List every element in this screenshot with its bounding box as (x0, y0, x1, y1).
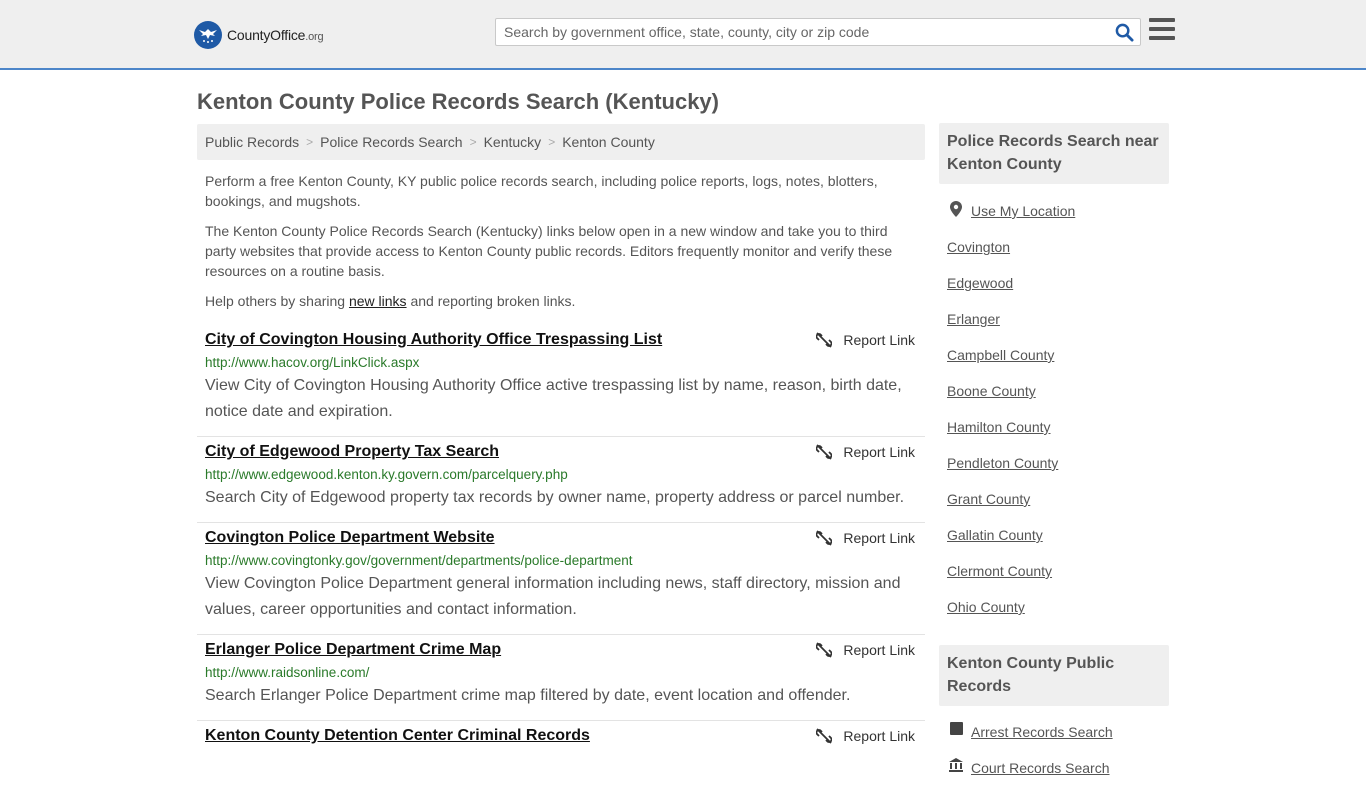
list-item: City of Covington Housing Authority Offi… (197, 325, 925, 437)
sidebar-item: Covington (947, 237, 1075, 273)
sidebar-link-edgewood[interactable]: Edgewood (947, 273, 1013, 293)
site-header: CountyOffice.org (0, 0, 1366, 70)
entry-title-link[interactable]: Kenton County Detention Center Criminal … (205, 726, 590, 746)
sidebar-public-records-heading: Kenton County Public Records (939, 645, 1169, 706)
sidebar-link-hamilton-county[interactable]: Hamilton County (947, 417, 1051, 437)
sidebar-item: Boone County (947, 381, 1075, 417)
entry-title-link[interactable]: City of Edgewood Property Tax Search (205, 442, 499, 462)
use-my-location-link[interactable]: Use My Location (971, 201, 1075, 221)
broken-link-icon (816, 332, 833, 348)
report-link-button[interactable]: Report Link (816, 642, 915, 658)
list-item: City of Edgewood Property Tax Search Rep… (197, 437, 925, 523)
list-item: Kenton County Detention Center Criminal … (197, 721, 925, 757)
sidebar-item: Pendleton County (947, 453, 1075, 489)
courthouse-icon (947, 758, 965, 772)
entry-url: http://www.hacov.org/LinkClick.aspx (205, 355, 420, 370)
new-links-link[interactable]: new links (349, 293, 407, 309)
intro-paragraph-2: The Kenton County Police Records Search … (205, 223, 893, 279)
entry-title-link[interactable]: City of Covington Housing Authority Offi… (205, 330, 662, 350)
breadcrumb-police-records-search[interactable]: Police Records Search (320, 134, 462, 150)
map-marker-icon (947, 201, 965, 217)
search-bar (495, 18, 1141, 46)
report-link-button[interactable]: Report Link (816, 530, 915, 546)
sidebar-item: Ohio County (947, 597, 1075, 633)
sidebar-link-court-records[interactable]: Court Records Search (971, 758, 1110, 778)
intro-text: Perform a free Kenton County, KY public … (205, 171, 905, 321)
sidebar-item: Edgewood (947, 273, 1075, 309)
arrest-record-icon (947, 722, 965, 735)
page-title: Kenton County Police Records Search (Ken… (197, 89, 719, 114)
sidebar-link-boone-county[interactable]: Boone County (947, 381, 1036, 401)
breadcrumb-kenton-county[interactable]: Kenton County (562, 134, 655, 150)
report-link-button[interactable]: Report Link (816, 444, 915, 460)
sidebar-item-use-location: Use My Location (947, 201, 1075, 237)
search-input[interactable] (496, 19, 1108, 45)
sidebar-link-gallatin-county[interactable]: Gallatin County (947, 525, 1043, 545)
chevron-right-icon: > (469, 135, 477, 149)
broken-link-icon (816, 728, 833, 744)
sidebar-link-campbell-county[interactable]: Campbell County (947, 345, 1054, 365)
broken-link-icon (816, 530, 833, 546)
report-link-button[interactable]: Report Link (816, 728, 915, 744)
sidebar-link-ohio-county[interactable]: Ohio County (947, 597, 1025, 617)
sidebar-item: Grant County (947, 489, 1075, 525)
entry-description: View City of Covington Housing Authority… (205, 377, 902, 420)
breadcrumb-public-records[interactable]: Public Records (205, 134, 299, 150)
sidebar-link-pendleton-county[interactable]: Pendleton County (947, 453, 1058, 473)
entry-url: http://www.edgewood.kenton.ky.govern.com… (205, 467, 568, 482)
sidebar-link-covington[interactable]: Covington (947, 237, 1010, 257)
search-icon (1115, 23, 1134, 42)
breadcrumb: Public Records > Police Records Search >… (197, 124, 925, 160)
sidebar-item: Clermont County (947, 561, 1075, 597)
sidebar-item: Hamilton County (947, 417, 1075, 453)
hamburger-menu-icon[interactable] (1149, 18, 1175, 42)
list-item: Erlanger Police Department Crime Map Rep… (197, 635, 925, 721)
sidebar-nearby-list: Use My Location Covington Edgewood Erlan… (947, 201, 1075, 633)
sidebar-item: Erlanger (947, 309, 1075, 345)
chevron-right-icon: > (548, 135, 556, 149)
sidebar-item: Campbell County (947, 345, 1075, 381)
breadcrumb-kentucky[interactable]: Kentucky (484, 134, 542, 150)
entry-url: http://www.raidsonline.com/ (205, 665, 370, 680)
entry-description: Search City of Edgewood property tax rec… (205, 489, 905, 506)
record-links-list: City of Covington Housing Authority Offi… (197, 325, 925, 757)
entry-url: http://www.covingtonky.gov/government/de… (205, 553, 633, 568)
intro-paragraph-1: Perform a free Kenton County, KY public … (205, 173, 878, 209)
sidebar-item: Gallatin County (947, 525, 1075, 561)
sidebar-link-grant-county[interactable]: Grant County (947, 489, 1030, 509)
search-button[interactable] (1108, 19, 1140, 45)
sidebar-nearby-heading: Police Records Search near Kenton County (939, 123, 1169, 184)
entry-description: Search Erlanger Police Department crime … (205, 687, 851, 704)
sidebar-public-records-list: Arrest Records Search Court Records Sear… (947, 722, 1113, 794)
entry-title-link[interactable]: Covington Police Department Website (205, 528, 495, 548)
sidebar-link-erlanger[interactable]: Erlanger (947, 309, 1000, 329)
eagle-icon (194, 21, 222, 49)
logo-text: CountyOffice.org (227, 27, 324, 43)
broken-link-icon (816, 642, 833, 658)
sidebar-link-clermont-county[interactable]: Clermont County (947, 561, 1052, 581)
entry-description: View Covington Police Department general… (205, 575, 901, 618)
sidebar-item: Court Records Search (947, 758, 1113, 794)
sidebar-link-arrest-records[interactable]: Arrest Records Search (971, 722, 1113, 742)
intro-paragraph-3: Help others by sharing new links and rep… (205, 293, 576, 309)
site-logo[interactable]: CountyOffice.org (194, 20, 324, 50)
report-link-button[interactable]: Report Link (816, 332, 915, 348)
sidebar-item: Arrest Records Search (947, 722, 1113, 758)
entry-title-link[interactable]: Erlanger Police Department Crime Map (205, 640, 501, 660)
chevron-right-icon: > (306, 135, 314, 149)
list-item: Covington Police Department Website Repo… (197, 523, 925, 635)
broken-link-icon (816, 444, 833, 460)
